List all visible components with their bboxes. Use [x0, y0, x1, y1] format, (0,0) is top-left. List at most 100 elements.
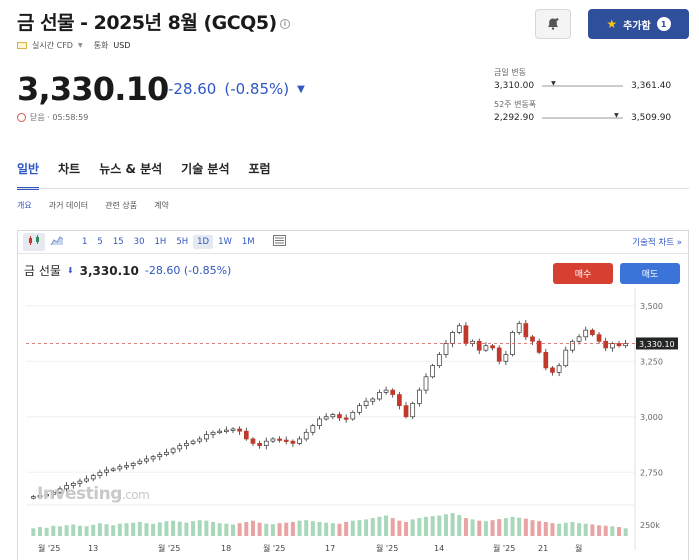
candle-body	[230, 428, 236, 431]
subtab-overview[interactable]: 개요	[17, 200, 32, 211]
interval-1[interactable]: 1	[77, 237, 92, 247]
candle-body	[556, 365, 562, 373]
price-change: -28.60 (-0.85%) ▼	[168, 80, 305, 98]
sub-tabs: 개요 과거 데이터 관련 상품 계약	[17, 200, 169, 211]
candle-body	[436, 354, 442, 367]
volume-bar	[84, 526, 89, 536]
volume-bar	[211, 521, 216, 536]
volume-bar	[51, 525, 56, 536]
volume-bar	[97, 523, 102, 536]
table-view-icon[interactable]	[268, 235, 291, 249]
candlestick-icon[interactable]	[23, 233, 45, 251]
candle-body	[350, 411, 356, 420]
volume-bar	[357, 520, 362, 536]
volume-bar	[377, 516, 382, 536]
volume-bar	[204, 520, 209, 536]
interval-1m[interactable]: 1M	[237, 237, 260, 247]
week52-low: 2,292.90	[494, 113, 535, 123]
tab-technical[interactable]: 기술 분석	[181, 160, 229, 190]
volume-bar	[517, 517, 522, 536]
chevron-down-icon[interactable]: ▼	[78, 42, 83, 49]
volume-bar	[483, 521, 488, 536]
interval-1h[interactable]: 1H	[150, 237, 172, 247]
candle-body	[523, 323, 529, 338]
candle-body	[270, 438, 276, 442]
volume-bar	[171, 520, 176, 536]
volume-bar	[557, 523, 562, 536]
candle-body	[223, 429, 229, 432]
volume-bar	[164, 521, 169, 536]
sell-button[interactable]: 매도	[620, 263, 680, 284]
interval-5[interactable]: 5	[92, 237, 107, 247]
change-percent: (-0.85%)	[224, 80, 290, 98]
candle-body	[337, 414, 342, 419]
candle-body	[576, 336, 582, 342]
subtab-related[interactable]: 관련 상품	[105, 200, 137, 211]
volume-bar	[390, 518, 395, 536]
tabs-divider	[17, 188, 689, 189]
interval-5h[interactable]: 5H	[171, 237, 193, 247]
volume-bar	[610, 526, 615, 536]
volume-bar	[550, 523, 555, 536]
tab-news[interactable]: 뉴스 & 분석	[99, 160, 162, 190]
volume-bar	[230, 524, 235, 536]
candle-body	[290, 440, 296, 444]
subtab-contract[interactable]: 계약	[154, 200, 169, 211]
candle-body	[370, 398, 376, 402]
candle-body	[563, 349, 569, 367]
x-tick-label: 월 '25	[263, 543, 285, 553]
volume-bar	[424, 516, 429, 536]
alert-button[interactable]	[535, 9, 571, 39]
tab-chart[interactable]: 차트	[58, 160, 80, 190]
candle-body	[210, 431, 216, 435]
candle-body	[170, 448, 176, 453]
buy-button[interactable]: 매수	[553, 263, 613, 284]
technical-chart-link[interactable]: 기술적 차트 »	[632, 236, 682, 248]
volume-bar	[537, 521, 542, 536]
volume-bar	[277, 523, 282, 536]
candle-body	[583, 329, 589, 338]
volume-bar	[344, 521, 349, 536]
interval-15[interactable]: 15	[108, 237, 129, 247]
chart-change: -28.60 (-0.85%)	[144, 264, 232, 277]
interval-30[interactable]: 30	[129, 237, 150, 247]
volume-bar	[37, 527, 42, 536]
tab-forum[interactable]: 포럼	[249, 160, 271, 190]
daily-range-label: 금일 변동	[494, 68, 526, 77]
candle-body	[283, 439, 289, 442]
candle-body	[263, 440, 269, 446]
add-watchlist-button[interactable]: ★ 추가함 1	[588, 9, 689, 39]
candle-body	[390, 389, 396, 395]
candle-body	[130, 463, 136, 466]
interval-1w[interactable]: 1W	[213, 237, 237, 247]
x-tick-label: 월 '25	[376, 543, 398, 553]
volume-bar	[290, 521, 295, 536]
volume-bar	[450, 513, 455, 536]
volume-bar	[117, 523, 122, 536]
volume-bar	[563, 522, 568, 536]
tab-overview[interactable]: 일반	[17, 160, 40, 190]
y-tick-label: 3,250	[640, 357, 663, 366]
price-chart[interactable]: 3,330.10 3,500 3,250 3,000 2,750 250k 월 '25 13 월…	[18, 288, 688, 560]
volume-bar	[364, 519, 369, 536]
info-icon[interactable]: i	[279, 18, 290, 29]
candle-body	[124, 465, 129, 468]
candle-body	[177, 445, 183, 450]
candle-body	[443, 343, 449, 355]
subtab-history[interactable]: 과거 데이터	[49, 200, 88, 211]
area-chart-icon[interactable]	[45, 235, 69, 249]
interval-1d[interactable]: 1D	[193, 235, 214, 249]
volume-bar	[590, 524, 595, 536]
volume-bar	[71, 524, 76, 536]
volume-bar	[270, 524, 275, 536]
candle-body	[570, 340, 575, 351]
volume-bar	[437, 515, 442, 536]
volume-bar	[477, 520, 482, 536]
candle-body	[303, 431, 309, 440]
star-icon: ★	[606, 17, 618, 31]
x-tick-label: 21	[538, 544, 548, 553]
volume-bar	[157, 522, 162, 536]
volume-bar	[191, 521, 196, 536]
candle-body	[117, 466, 123, 470]
candle-body	[410, 403, 416, 418]
